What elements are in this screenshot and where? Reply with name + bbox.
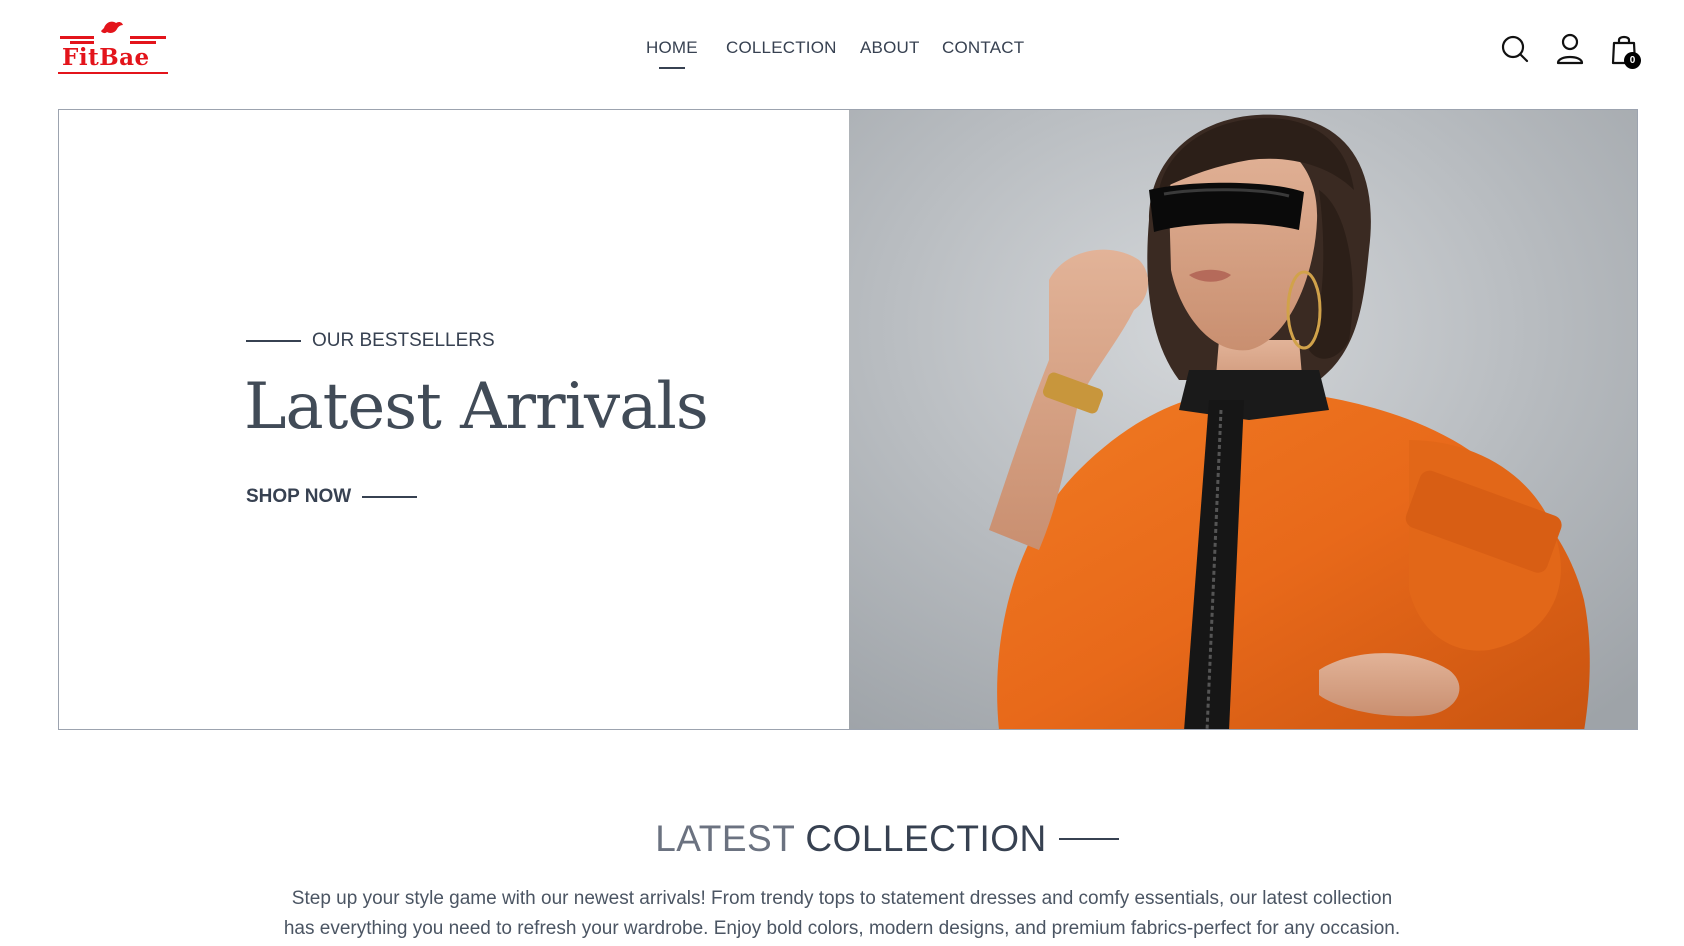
eyebrow-divider — [246, 340, 301, 342]
hero-text-panel: OUR BESTSELLERS Latest Arrivals SHOP NOW — [59, 110, 849, 729]
logo-emblem-icon — [101, 21, 123, 34]
eyebrow-label: OUR BESTSELLERS — [312, 330, 495, 351]
user-icon[interactable] — [1555, 32, 1585, 71]
nav-contact[interactable]: CONTACT — [942, 38, 1024, 58]
hero-image — [848, 110, 1637, 729]
collection-heading: LATEST COLLECTION — [0, 818, 1684, 860]
hero-banner: OUR BESTSELLERS Latest Arrivals SHOP NOW — [58, 109, 1638, 730]
collection-title-dark: COLLECTION — [805, 818, 1047, 859]
shop-now-divider — [362, 496, 418, 498]
collection-description-line1: Step up your style game with our newest … — [291, 888, 1393, 909]
shop-now-button[interactable]: SHOP NOW — [246, 486, 418, 508]
brand-name: FitBae — [62, 44, 150, 71]
collection-title-light: LATEST — [655, 818, 796, 859]
shop-now-label: SHOP NOW — [246, 486, 352, 507]
cart-count-badge: 0 — [1624, 52, 1641, 69]
hero-eyebrow: OUR BESTSELLERS — [246, 330, 495, 352]
nav-about[interactable]: ABOUT — [860, 38, 920, 58]
nav-home[interactable]: HOME — [646, 38, 698, 58]
hero-title: Latest Arrivals — [244, 370, 709, 444]
model-photo — [848, 110, 1637, 729]
navbar: FitBae HOME COLLECTION ABOUT CONTACT 0 — [0, 0, 1684, 100]
collection-description: Step up your style game with our newest … — [0, 884, 1684, 944]
collection-description-line2: has everything you need to refresh your … — [283, 918, 1401, 939]
brand-logo[interactable]: FitBae — [58, 18, 172, 84]
collection-title-divider — [1058, 838, 1119, 840]
search-icon[interactable] — [1500, 34, 1530, 69]
nav-collection[interactable]: COLLECTION — [726, 38, 837, 58]
